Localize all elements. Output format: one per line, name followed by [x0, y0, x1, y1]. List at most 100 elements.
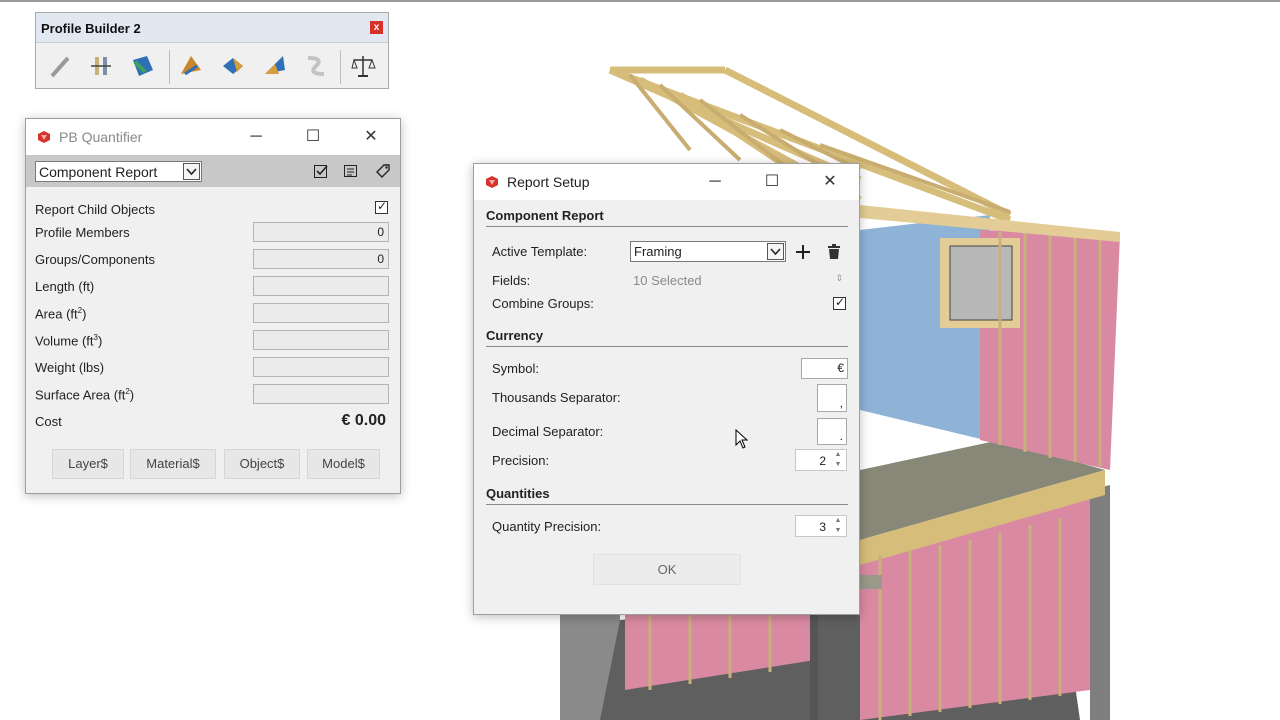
fields-selector[interactable]: 10 Selected ⇕: [630, 271, 848, 291]
currency-heading: Currency: [486, 328, 544, 343]
surface-area-label: Surface Area (ft2): [35, 387, 135, 403]
price-tag-icon[interactable]: [375, 163, 391, 179]
viewport-top-edge: [0, 0, 1280, 2]
quantifier-header-bar: Component Report: [26, 155, 400, 187]
decimal-separator-input[interactable]: .: [817, 418, 847, 445]
active-template-value: Framing: [634, 244, 682, 259]
active-template-select[interactable]: Framing: [630, 241, 786, 262]
close-button[interactable]: ✕: [810, 170, 850, 194]
precision-label: Precision:: [492, 453, 550, 468]
groups-components-field: 0: [253, 249, 389, 269]
mouse-pointer-icon: [735, 429, 749, 449]
quantity-precision-stepper[interactable]: 3 ▲ ▼: [795, 515, 847, 537]
profile-members-row: Profile Members 0: [35, 222, 390, 244]
chevron-down-icon[interactable]: [767, 243, 784, 260]
section-divider: [486, 346, 848, 347]
minimize-button[interactable]: ─: [236, 125, 276, 149]
toolbar-separator: [169, 50, 170, 84]
toolbar-close-button[interactable]: x: [370, 21, 383, 34]
material-icon[interactable]: [261, 52, 289, 80]
combine-groups-label: Combine Groups:: [492, 296, 594, 311]
layer-cost-button[interactable]: Layer$: [52, 449, 124, 479]
floor-beam: [860, 575, 882, 589]
section-divider: [486, 226, 848, 227]
right-column: [1090, 485, 1110, 720]
precision-value: 2: [819, 454, 826, 468]
quantifier-scale-icon[interactable]: [349, 52, 377, 80]
weight-label: Weight (lbs): [35, 360, 105, 375]
maximize-button[interactable]: ☐: [752, 170, 792, 194]
stepper-down-icon[interactable]: ▼: [832, 460, 844, 470]
length-field: [253, 276, 389, 296]
delete-template-icon[interactable]: [827, 244, 841, 260]
cost-row: Cost € 0.00: [35, 411, 390, 433]
symbol-label: Symbol:: [492, 361, 539, 376]
area-label: Area (ft2): [35, 306, 87, 322]
object-cost-button[interactable]: Object$: [224, 449, 300, 479]
volume-label: Volume (ft3): [35, 333, 103, 349]
symbol-input[interactable]: €: [801, 358, 848, 379]
quantifier-titlebar[interactable]: PB Quantifier ─ ☐ ✕: [26, 119, 400, 155]
length-label: Length (ft): [35, 279, 95, 294]
pb-quantifier-window: PB Quantifier ─ ☐ ✕ Component Report Rep…: [25, 118, 401, 494]
report-type-value: Component Report: [39, 164, 158, 180]
builder-icon[interactable]: [219, 52, 247, 80]
report-setup-window: Report Setup ─ ☐ ✕ Component Report Acti…: [473, 163, 860, 615]
fields-label: Fields:: [492, 273, 531, 288]
add-template-icon[interactable]: [795, 244, 811, 260]
groups-components-row: Groups/Components 0: [35, 249, 390, 271]
report-type-select[interactable]: Component Report: [35, 161, 202, 182]
setup-titlebar[interactable]: Report Setup ─ ☐ ✕: [474, 164, 859, 200]
length-row: Length (ft): [35, 276, 390, 298]
quantifier-title: PB Quantifier: [59, 129, 143, 145]
toolbar-separator: [340, 50, 341, 84]
volume-field: [253, 330, 389, 350]
component-report-heading: Component Report: [486, 208, 604, 223]
report-child-objects-row: Report Child Objects: [35, 199, 390, 221]
toolbar-titlebar[interactable]: Profile Builder 2 x: [36, 13, 388, 43]
precision-stepper[interactable]: 2 ▲ ▼: [795, 449, 847, 471]
quantity-precision-value: 3: [819, 520, 826, 534]
combine-groups-checkbox[interactable]: [833, 295, 846, 310]
ruby-icon: [38, 131, 50, 143]
cost-label: Cost: [35, 414, 62, 429]
cost-value: € 0.00: [341, 412, 386, 429]
close-button[interactable]: ✕: [351, 125, 391, 149]
stepper-up-icon[interactable]: ▲: [832, 450, 844, 460]
profile-members-field: 0: [253, 222, 389, 242]
toolbar-title: Profile Builder 2: [41, 21, 141, 36]
thousands-separator-label: Thousands Separator:: [492, 390, 621, 405]
decimal-separator-label: Decimal Separator:: [492, 424, 604, 439]
profile-members-label: Profile Members: [35, 225, 130, 240]
weight-row: Weight (lbs): [35, 357, 390, 379]
paint-icon[interactable]: [129, 52, 157, 80]
report-list-icon[interactable]: [343, 163, 359, 179]
assembly-icon[interactable]: [177, 52, 205, 80]
minimize-button[interactable]: ─: [695, 170, 735, 194]
checkbox-select-icon[interactable]: [313, 163, 329, 179]
path-icon[interactable]: [302, 52, 330, 80]
volume-row: Volume (ft3): [35, 330, 390, 352]
stepper-down-icon[interactable]: ▼: [832, 526, 844, 536]
quantity-precision-label: Quantity Precision:: [492, 519, 602, 534]
profile-builder-toolbar: Profile Builder 2 x: [35, 12, 389, 89]
material-cost-button[interactable]: Material$: [130, 449, 216, 479]
thousands-separator-input[interactable]: ,: [817, 384, 847, 412]
pencil-tool-icon[interactable]: [46, 52, 74, 80]
maximize-button[interactable]: ☐: [293, 125, 333, 149]
weight-field: [253, 357, 389, 377]
report-child-objects-label: Report Child Objects: [35, 202, 155, 217]
ruby-icon: [486, 176, 498, 188]
area-field: [253, 303, 389, 323]
toolbar-icon-row: [36, 44, 388, 89]
profile-member-icon[interactable]: [87, 52, 115, 80]
quantities-heading: Quantities: [486, 486, 550, 501]
active-template-label: Active Template:: [492, 244, 588, 259]
report-child-objects-checkbox[interactable]: [375, 199, 388, 214]
stepper-up-icon[interactable]: ▲: [832, 516, 844, 526]
chevron-down-icon[interactable]: [183, 163, 200, 180]
surface-area-row: Surface Area (ft2): [35, 384, 390, 406]
ok-button[interactable]: OK: [593, 554, 741, 585]
model-cost-button[interactable]: Model$: [307, 449, 380, 479]
surface-area-field: [253, 384, 389, 404]
